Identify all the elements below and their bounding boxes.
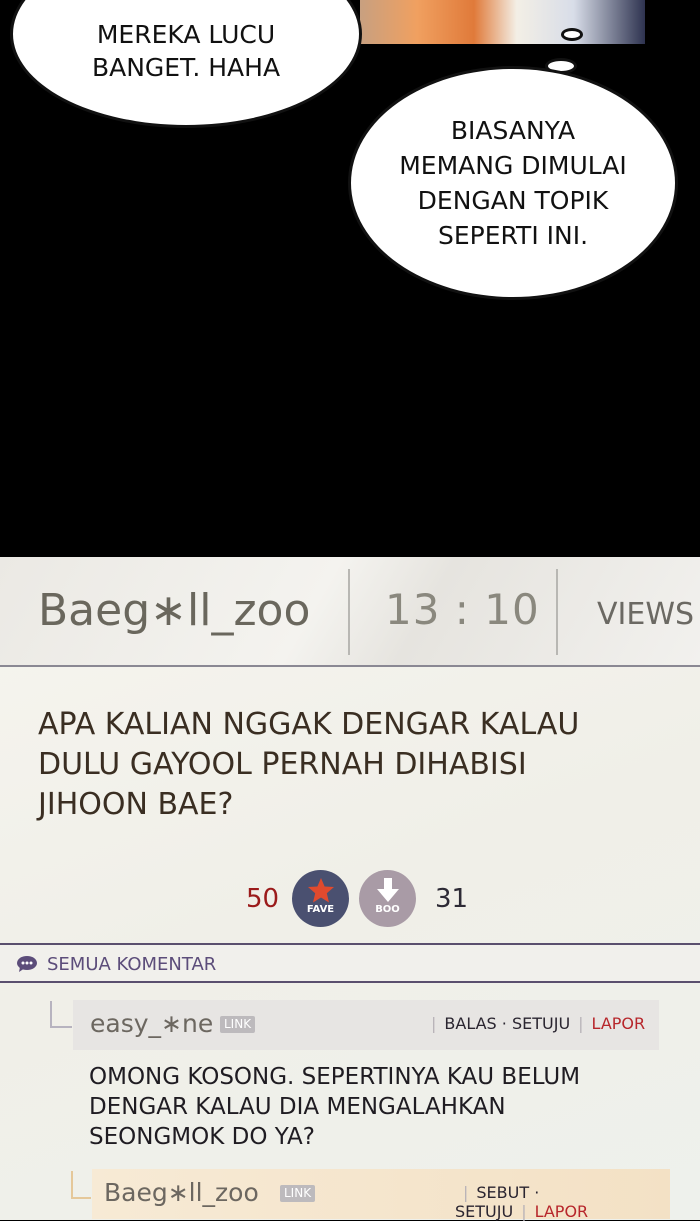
vote-bar: 50 FAVE BOO 31 bbox=[0, 870, 700, 930]
report-button[interactable]: LAPOR bbox=[535, 1202, 589, 1221]
header-divider bbox=[348, 569, 350, 655]
thought-tail-small bbox=[561, 28, 583, 41]
link-badge[interactable]: LINK bbox=[220, 1016, 256, 1033]
header-divider bbox=[556, 569, 558, 655]
comment-header: Baeg∗ll_zoo LINK | SEBUT · SETUJU | LAPOR bbox=[92, 1169, 670, 1221]
all-comments-label: SEMUA KOMENTAR bbox=[47, 954, 217, 975]
comic-panel: MEREKA LUCU BANGET. HAHA BIASANYA MEMANG… bbox=[0, 0, 700, 557]
boo-count: 31 bbox=[435, 884, 469, 914]
all-comments-bar[interactable]: SEMUA KOMENTAR bbox=[0, 943, 700, 983]
comment-author[interactable]: Baeg∗ll_zoo bbox=[104, 1178, 259, 1207]
fave-button[interactable]: FAVE bbox=[292, 870, 349, 927]
reply-indicator bbox=[71, 1171, 91, 1199]
speech-bubble-icon bbox=[17, 956, 37, 972]
speech-bubble-left: MEREKA LUCU BANGET. HAHA bbox=[10, 0, 362, 128]
comment-author[interactable]: easy_∗ne bbox=[90, 1009, 213, 1038]
post-title: APA KALIAN NGGAK DENGAR KALAU DULU GAYOO… bbox=[38, 707, 580, 822]
mention-button[interactable]: SEBUT bbox=[476, 1183, 529, 1202]
action-separator: | bbox=[431, 1014, 437, 1033]
agree-button[interactable]: SETUJU bbox=[512, 1014, 570, 1033]
action-separator: | bbox=[578, 1014, 584, 1033]
fave-label: FAVE bbox=[306, 904, 335, 915]
boo-label: BOO bbox=[375, 904, 400, 915]
reply-indicator bbox=[50, 1001, 72, 1028]
views-label: VIEWS bbox=[597, 597, 695, 632]
comment-actions: | BALAS · SETUJU | LAPOR bbox=[423, 1014, 645, 1033]
comment-actions: | SEBUT · SETUJU | LAPOR bbox=[455, 1183, 670, 1221]
agree-button[interactable]: SETUJU bbox=[455, 1202, 513, 1221]
dot-separator: · bbox=[496, 1014, 512, 1033]
boo-button[interactable]: BOO bbox=[359, 870, 416, 927]
star-icon bbox=[307, 878, 334, 903]
comment-header: easy_∗ne LINK | BALAS · SETUJU | LAPOR bbox=[73, 1000, 659, 1050]
fave-count: 50 bbox=[246, 884, 280, 914]
link-badge[interactable]: LINK bbox=[280, 1185, 316, 1202]
post-header: Baeg∗ll_zoo 13 : 10 VIEWS bbox=[0, 557, 700, 667]
report-button[interactable]: LAPOR bbox=[592, 1014, 646, 1033]
dot-separator: · bbox=[529, 1183, 540, 1202]
action-separator: | bbox=[463, 1183, 469, 1202]
reply-button[interactable]: BALAS bbox=[444, 1014, 496, 1033]
comment-text: OMONG KOSONG. SEPERTINYA KAU BELUM DENGA… bbox=[89, 1064, 581, 1150]
comic-art-strip bbox=[360, 0, 645, 44]
arrow-down-icon bbox=[376, 878, 399, 902]
forum-post: Baeg∗ll_zoo 13 : 10 VIEWS APA KALIAN NGG… bbox=[0, 557, 700, 1221]
post-time: 13 : 10 bbox=[385, 585, 540, 634]
speech-bubble-right: BIASANYA MEMANG DIMULAI DENGAN TOPIK SEP… bbox=[348, 66, 678, 300]
post-author[interactable]: Baeg∗ll_zoo bbox=[38, 585, 310, 636]
action-separator: | bbox=[521, 1202, 527, 1221]
